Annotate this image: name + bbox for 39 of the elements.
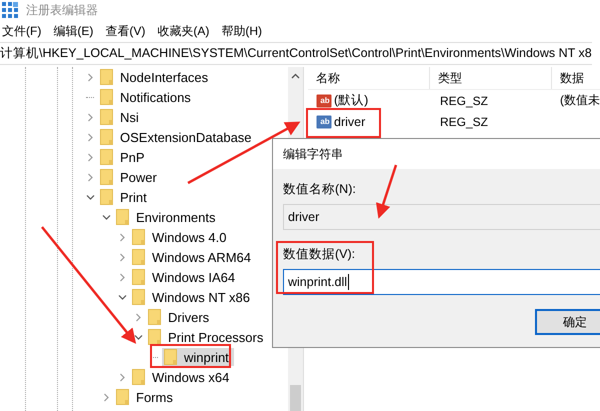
tree-item[interactable]: Windows x64 bbox=[150, 370, 232, 384]
menu-item[interactable]: 查看(V) bbox=[105, 22, 146, 40]
menu-item[interactable]: 文件(F) bbox=[2, 22, 42, 40]
tree-item[interactable]: Notifications bbox=[118, 90, 193, 104]
tree-item[interactable]: OSExtensionDatabase bbox=[118, 130, 254, 144]
value-name[interactable]: (默认) bbox=[334, 92, 368, 109]
icon-label: ab bbox=[319, 94, 331, 106]
menu-item[interactable]: 收藏夹(A) bbox=[157, 22, 210, 40]
field-label: 数值数据(V): bbox=[283, 246, 356, 263]
value-name-field[interactable]: driver bbox=[283, 204, 600, 230]
column-header[interactable]: 类型 bbox=[430, 67, 552, 89]
tree-item[interactable]: Drivers bbox=[166, 310, 212, 324]
tree-item[interactable]: Windows 4.0 bbox=[150, 230, 228, 244]
dialog-title: 编辑字符串 bbox=[283, 146, 343, 162]
address-field[interactable]: 计算机\HKEY_LOCAL_MACHINE\SYSTEM\CurrentControlSet\Control\Print\Environments\Windows NT x8 bbox=[0, 42, 592, 65]
column-header[interactable]: 名称 bbox=[308, 67, 430, 89]
tree-item[interactable]: Windows IA64 bbox=[150, 270, 238, 284]
tree-item[interactable]: Windows ARM64 bbox=[150, 250, 253, 264]
tree-item[interactable]: Forms bbox=[134, 390, 175, 404]
ok-button[interactable]: 确定 bbox=[535, 309, 600, 335]
value-type: REG_SZ bbox=[439, 94, 490, 108]
value-name[interactable]: driver bbox=[334, 114, 366, 128]
value-type: REG_SZ bbox=[439, 114, 490, 128]
value-data: (数值未 bbox=[559, 92, 600, 109]
tree-item[interactable]: Nsi bbox=[118, 110, 141, 124]
menu-item[interactable]: 编辑(E) bbox=[53, 22, 94, 40]
tree-item[interactable]: NodeInterfaces bbox=[118, 70, 210, 84]
tree-item[interactable]: Print Processors bbox=[166, 330, 266, 344]
tree-item[interactable]: PnP bbox=[118, 150, 147, 164]
value-data-field[interactable]: winprint.dll bbox=[283, 269, 600, 295]
column-header[interactable]: 数据 bbox=[552, 67, 600, 89]
field-label: 数值名称(N): bbox=[283, 181, 357, 198]
tree-item[interactable]: Power bbox=[118, 170, 159, 184]
tree-item[interactable]: Environments bbox=[134, 210, 218, 224]
tree-item[interactable]: Windows NT x86 bbox=[150, 290, 252, 304]
window-title: 注册表编辑器 bbox=[26, 2, 98, 18]
menu-item[interactable]: 帮助(H) bbox=[221, 22, 262, 40]
tree-item[interactable]: Print bbox=[118, 190, 149, 204]
icon-label: ab bbox=[319, 116, 331, 128]
